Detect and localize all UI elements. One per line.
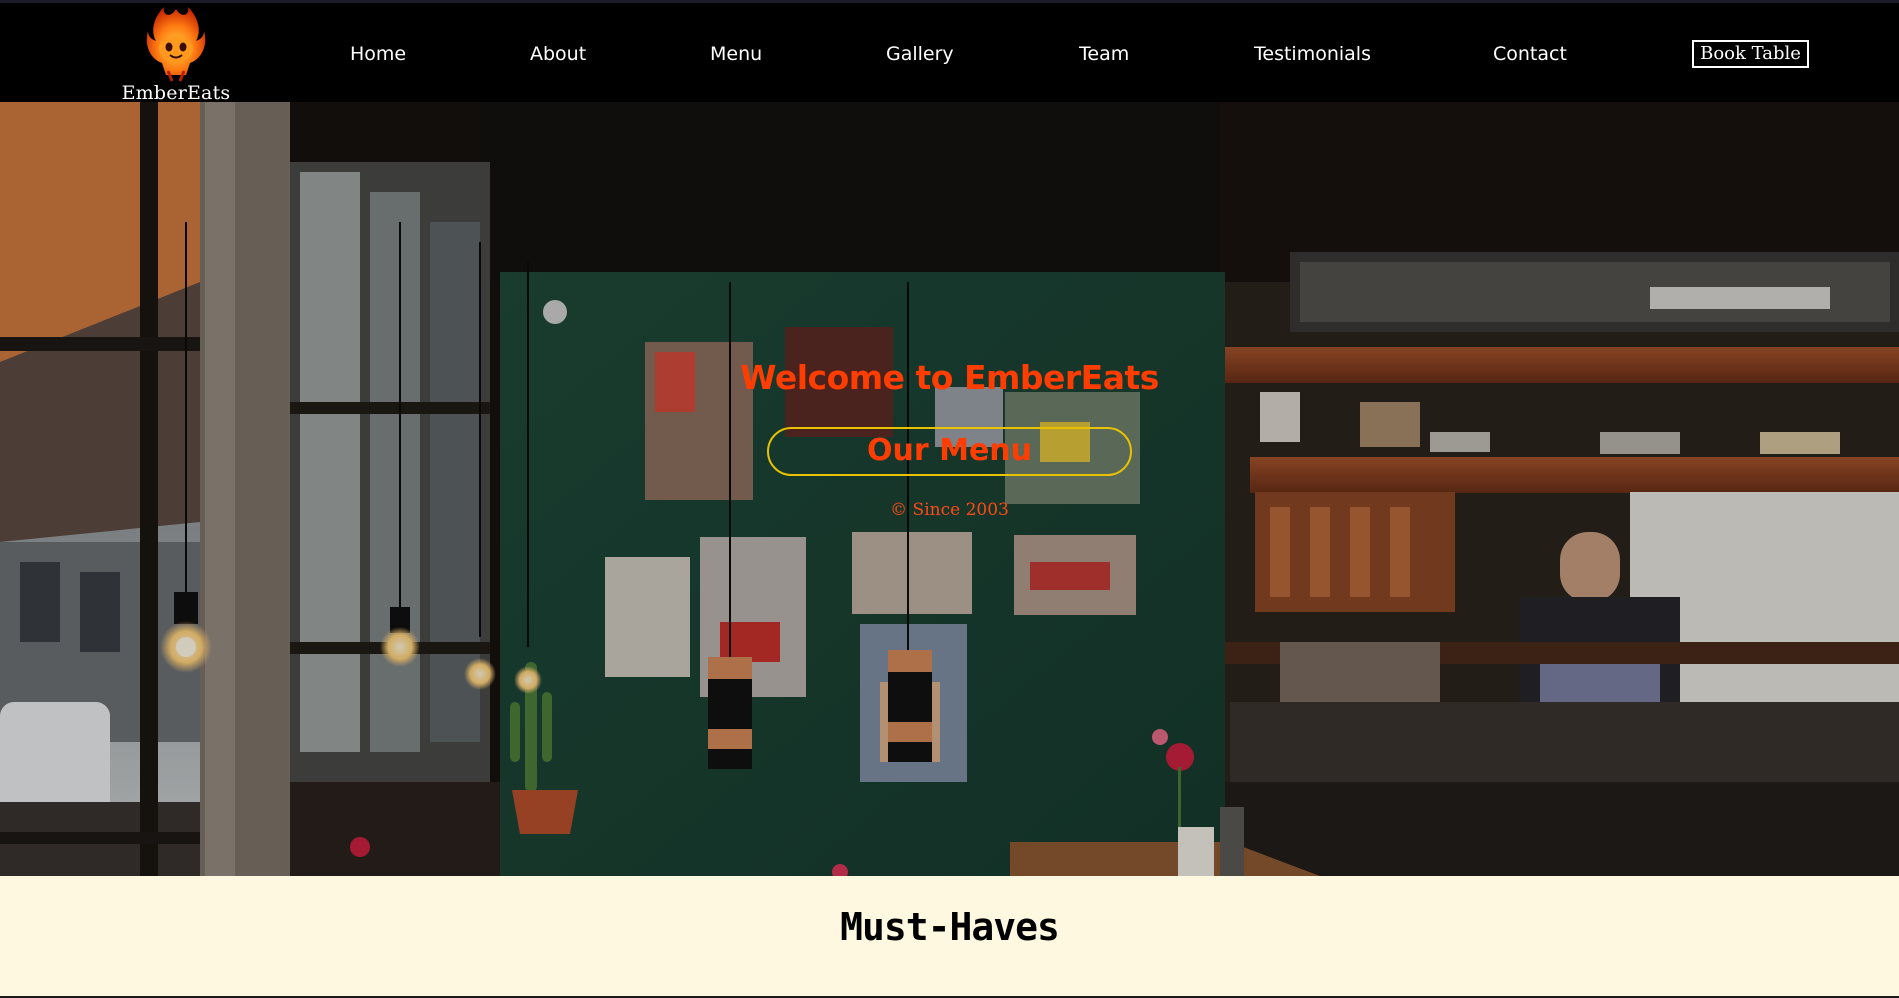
nav-about[interactable]: About — [530, 43, 586, 65]
our-menu-button[interactable]: Our Menu — [767, 427, 1132, 476]
flame-mascot-icon — [146, 7, 206, 82]
nav-gallery[interactable]: Gallery — [886, 43, 954, 65]
nav-menu[interactable]: Menu — [710, 43, 762, 65]
nav-team[interactable]: Team — [1079, 43, 1129, 65]
book-table-button[interactable]: Book Table — [1692, 40, 1809, 68]
nav-testimonials[interactable]: Testimonials — [1254, 43, 1371, 65]
hero-title: Welcome to EmberEats — [740, 358, 1159, 397]
nav-home[interactable]: Home — [350, 43, 406, 65]
brand-name: EmberEats — [121, 82, 231, 104]
hero-section: Welcome to EmberEats Our Menu © Since 20… — [0, 102, 1899, 876]
must-haves-section: Must-Haves — [0, 876, 1899, 996]
brand-logo[interactable]: EmberEats — [118, 3, 234, 105]
nav-contact[interactable]: Contact — [1493, 43, 1567, 65]
navbar: EmberEats Home About Menu Gallery Team T… — [0, 0, 1899, 105]
section-title: Must-Haves — [840, 905, 1060, 949]
restaurant-interior-image — [0, 102, 1899, 876]
page: EmberEats Home About Menu Gallery Team T… — [0, 0, 1899, 998]
since-text: © Since 2003 — [890, 500, 1009, 520]
